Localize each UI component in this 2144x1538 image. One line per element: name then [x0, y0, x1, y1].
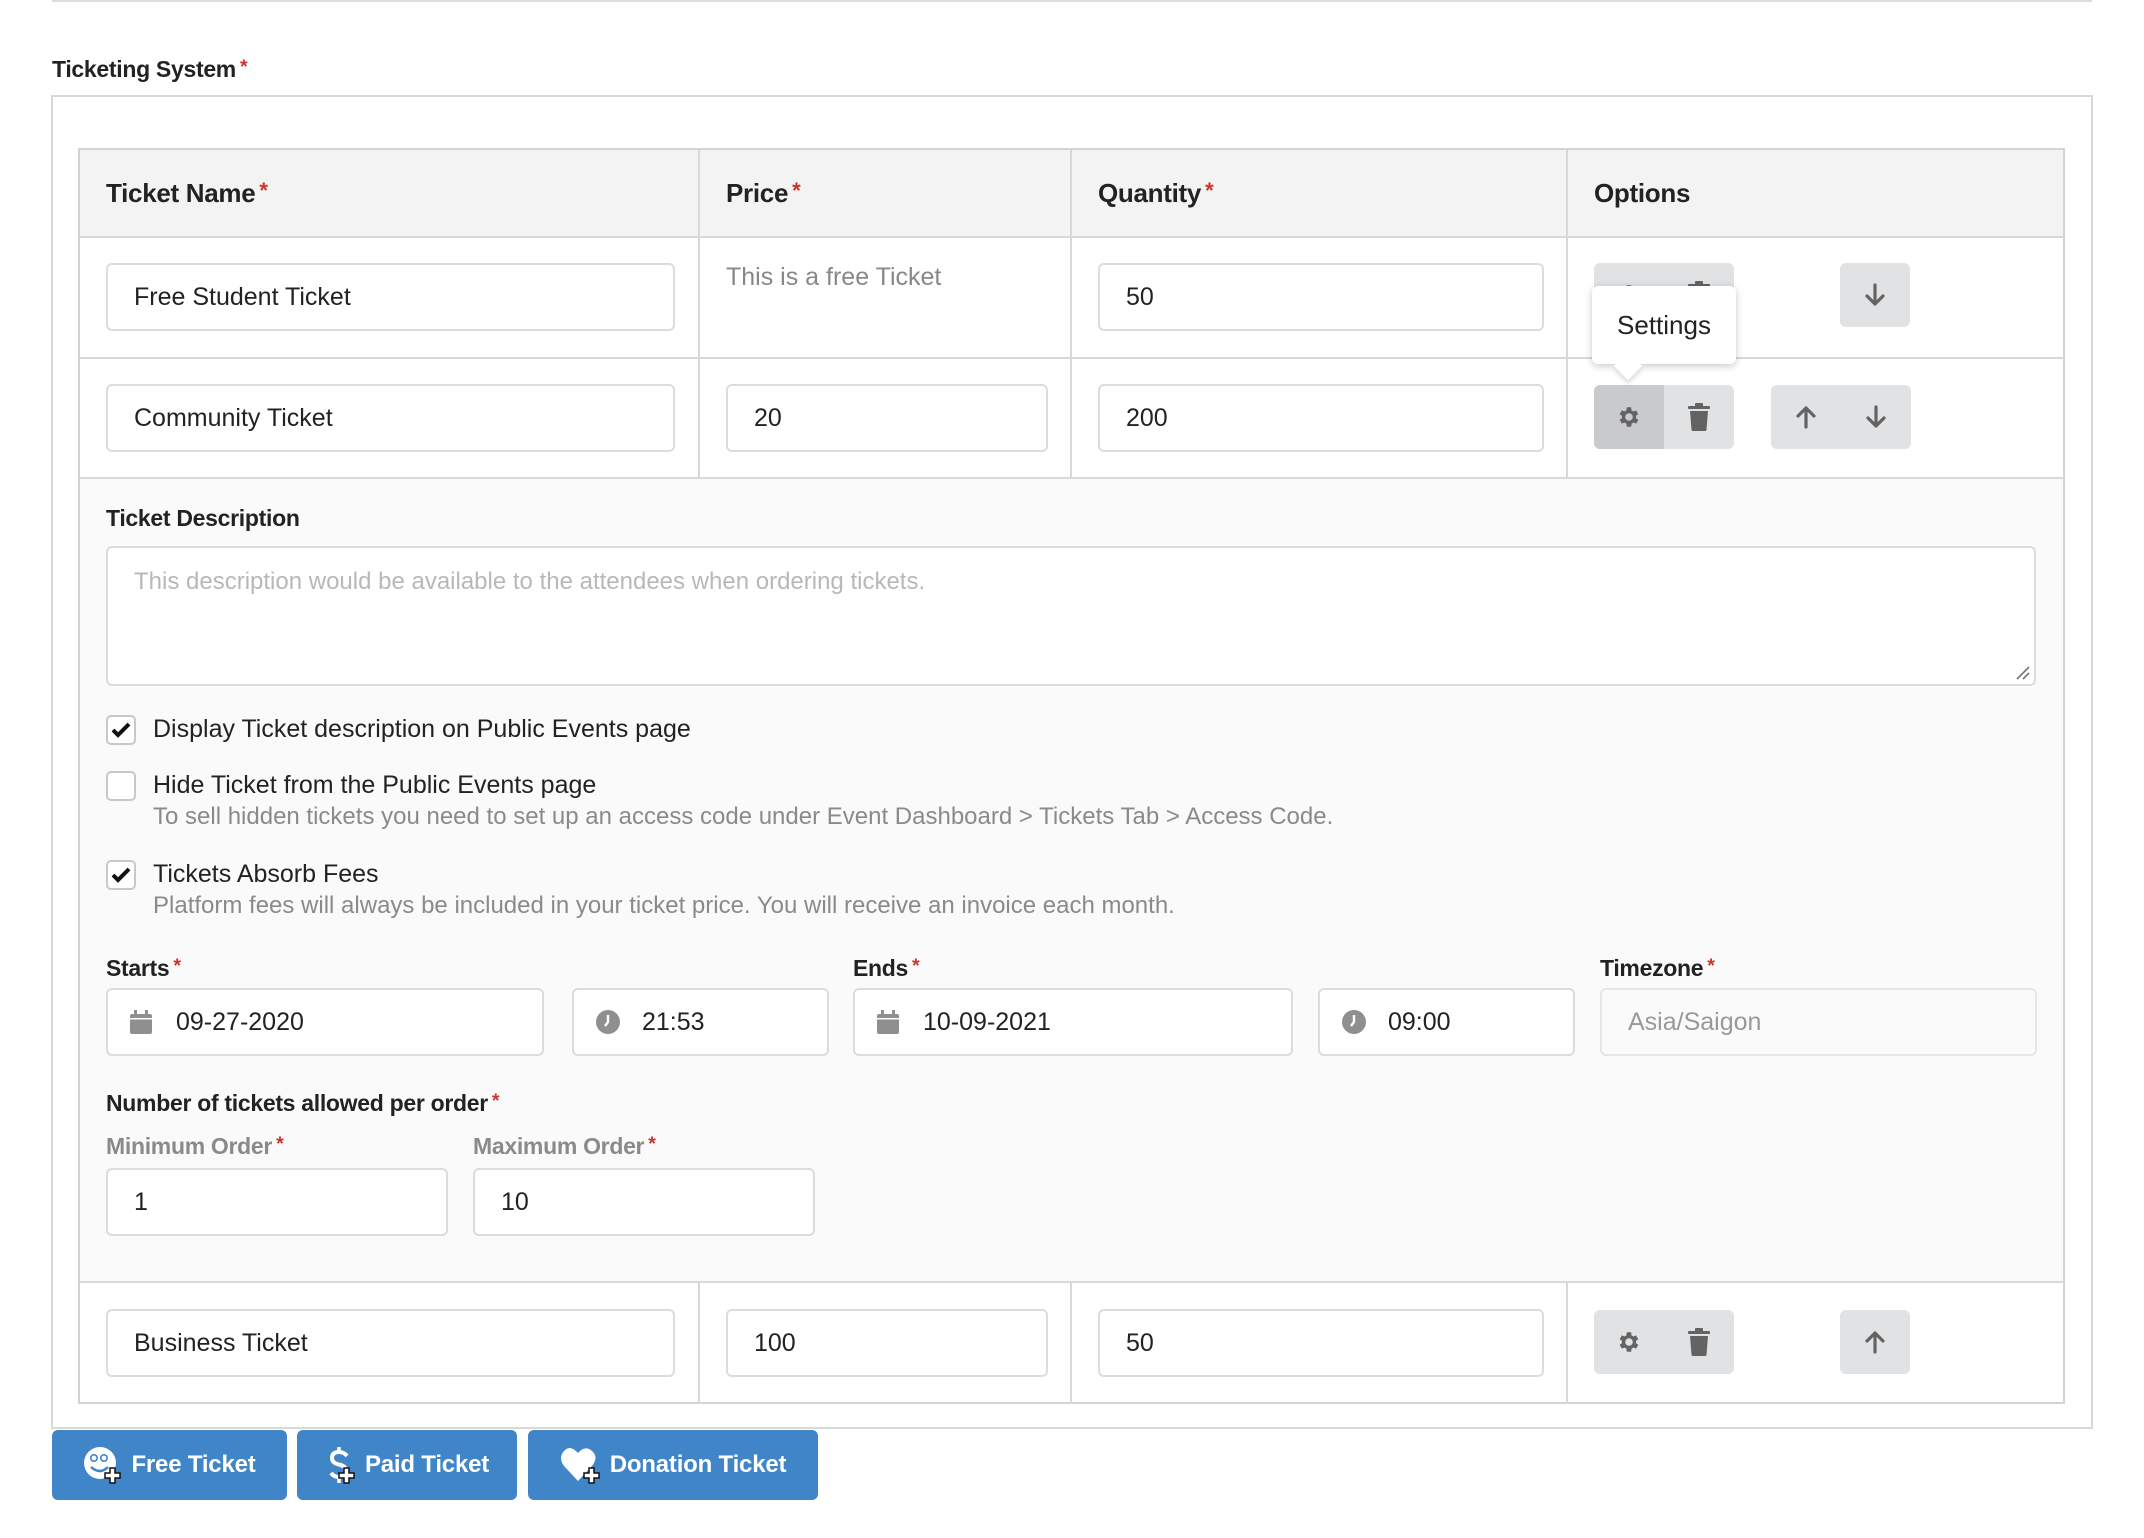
- absorb-fees-help: Platform fees will always be included in…: [153, 892, 1175, 919]
- arrow-down-icon: [1865, 283, 1885, 306]
- ticket-name-input[interactable]: Free Student Ticket: [106, 263, 675, 331]
- timezone-label: Timezone *: [1600, 955, 1715, 981]
- display-description-checkbox[interactable]: [106, 715, 136, 745]
- starts-label: Starts *: [106, 955, 181, 981]
- quantity-input[interactable]: 50: [1098, 1309, 1544, 1377]
- move-down-button[interactable]: [1841, 385, 1911, 449]
- add-free-ticket-label: Free Ticket: [131, 1451, 256, 1478]
- settings-button[interactable]: [1594, 385, 1664, 449]
- table-row: Free Student Ticket This is a free Ticke…: [80, 238, 2063, 359]
- min-order-label: Minimum Order *: [106, 1133, 284, 1159]
- trash-icon: [1688, 403, 1710, 431]
- end-time-input[interactable]: 09:00: [1318, 988, 1575, 1056]
- required-mark: *: [239, 56, 248, 78]
- end-date-input[interactable]: 10-09-2021: [853, 988, 1293, 1056]
- gear-icon: [1619, 407, 1639, 427]
- ends-label: Ends *: [853, 955, 920, 981]
- display-description-label: Display Ticket description on Public Eve…: [153, 715, 691, 743]
- settings-button[interactable]: [1594, 1310, 1664, 1374]
- arrow-down-icon: [1866, 405, 1886, 428]
- absorb-fees-checkbox[interactable]: [106, 860, 136, 890]
- add-paid-ticket-button[interactable]: Paid Ticket: [297, 1430, 517, 1500]
- ticket-name-input[interactable]: Community Ticket: [106, 384, 675, 452]
- clock-icon: [1342, 1010, 1366, 1034]
- start-time-input[interactable]: 21:53: [572, 988, 829, 1056]
- clock-icon: [596, 1010, 620, 1034]
- calendar-icon: [877, 1010, 899, 1034]
- delete-button[interactable]: [1664, 385, 1734, 449]
- add-paid-ticket-label: Paid Ticket: [364, 1451, 490, 1478]
- arrow-up-icon: [1796, 406, 1816, 429]
- reorder-group: [1840, 263, 1910, 327]
- quantity-input[interactable]: 50: [1098, 263, 1544, 331]
- top-divider: [52, 0, 2092, 2]
- hide-ticket-help: To sell hidden tickets you need to set u…: [153, 803, 1334, 830]
- add-donation-ticket-button[interactable]: Donation Ticket: [528, 1430, 818, 1500]
- header-price: Price *: [700, 150, 1072, 236]
- move-up-button[interactable]: [1840, 1310, 1910, 1374]
- settings-tooltip: Settings: [1592, 286, 1736, 364]
- table-row: Business Ticket 100 50: [80, 1283, 2063, 1404]
- smiley-plus-icon: [84, 1447, 122, 1484]
- price-input[interactable]: 100: [726, 1309, 1048, 1377]
- move-down-button[interactable]: [1840, 263, 1910, 327]
- hide-ticket-checkbox[interactable]: [106, 771, 136, 801]
- order-limit-label: Number of tickets allowed per order *: [106, 1090, 500, 1116]
- add-free-ticket-button[interactable]: Free Ticket: [52, 1430, 287, 1500]
- arrow-up-icon: [1865, 1331, 1885, 1354]
- ticket-settings-panel: Ticket Description This description woul…: [80, 477, 2063, 1283]
- section-title-text: Ticketing System: [52, 56, 236, 82]
- tickets-table: Ticket Name * Price * Quantity * Options Fr…: [78, 148, 2065, 1404]
- row-action-group: [1594, 385, 1734, 449]
- min-order-input[interactable]: 1: [106, 1168, 448, 1236]
- quantity-input[interactable]: 200: [1098, 384, 1544, 452]
- section-title: Ticketing System *: [52, 56, 248, 83]
- add-donation-ticket-label: Donation Ticket: [609, 1451, 787, 1478]
- table-row: Community Ticket 20 200: [80, 359, 2063, 477]
- reorder-group: [1771, 385, 1911, 449]
- timezone-field: Asia/Saigon: [1600, 988, 2037, 1056]
- absorb-fees-label: Tickets Absorb Fees: [153, 860, 379, 888]
- free-ticket-note: This is a free Ticket: [726, 263, 942, 291]
- gear-icon: [1619, 1332, 1639, 1352]
- dollar-plus-icon: [329, 1447, 355, 1484]
- delete-button[interactable]: [1664, 1310, 1734, 1374]
- header-ticket-name: Ticket Name *: [80, 150, 700, 236]
- hide-ticket-label: Hide Ticket from the Public Events page: [153, 771, 597, 799]
- calendar-icon: [130, 1010, 152, 1034]
- header-options: Options: [1594, 178, 1691, 208]
- header-quantity: Quantity *: [1072, 150, 1568, 236]
- heart-plus-icon: [560, 1447, 600, 1484]
- checkmark-icon: [111, 867, 131, 883]
- max-order-input[interactable]: 10: [473, 1168, 815, 1236]
- table-header: Ticket Name * Price * Quantity * Options: [80, 150, 2063, 238]
- description-placeholder: This description would be available to t…: [134, 568, 926, 595]
- start-date-input[interactable]: 09-27-2020: [106, 988, 544, 1056]
- max-order-label: Maximum Order *: [473, 1133, 656, 1159]
- ticket-description-label: Ticket Description: [106, 505, 300, 531]
- price-input[interactable]: 20: [726, 384, 1048, 452]
- reorder-group: [1840, 1310, 1910, 1374]
- move-up-button[interactable]: [1771, 385, 1841, 449]
- row-action-group: [1594, 1310, 1734, 1374]
- checkmark-icon: [111, 722, 131, 738]
- ticket-description-textarea[interactable]: This description would be available to t…: [106, 546, 2036, 686]
- ticket-name-input[interactable]: Business Ticket: [106, 1309, 675, 1377]
- resize-handle-icon[interactable]: [2014, 664, 2030, 680]
- trash-icon: [1688, 1328, 1710, 1356]
